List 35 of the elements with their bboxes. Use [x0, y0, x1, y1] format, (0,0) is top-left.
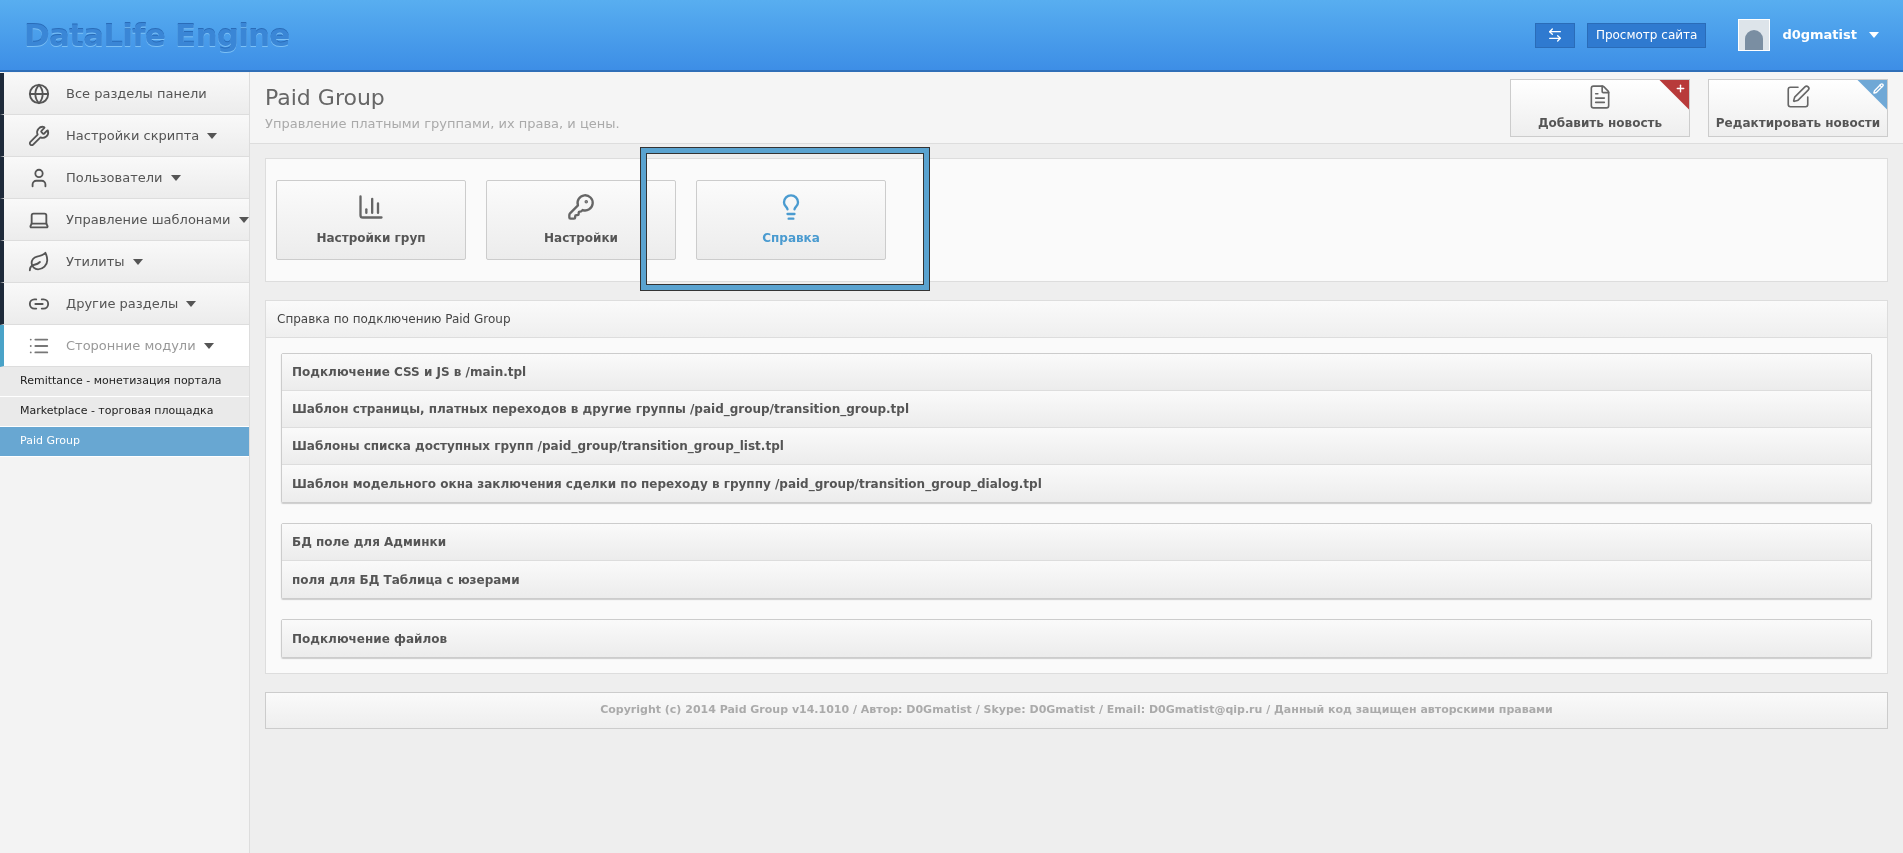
sidebar-item[interactable]: Все разделы панели	[0, 73, 249, 115]
module-button[interactable]: Настройки	[486, 180, 676, 260]
submenu-item[interactable]: Marketplace - торговая площадка	[0, 397, 249, 427]
sidebar-item[interactable]: Другие разделы	[0, 283, 249, 325]
footer: Copyright (c) 2014 Paid Group v14.1010 / Автор: D0Gmatist / Skype: D0Gmatist / Email: D0Gmatist@qip.ru / Данный код защищен авторскими правами	[265, 692, 1888, 729]
bar-chart-icon	[357, 193, 385, 221]
avatar[interactable]	[1738, 19, 1771, 51]
view-site-button[interactable]: Просмотр сайта	[1586, 22, 1707, 48]
sidebar-item[interactable]: Пользователи	[0, 157, 249, 199]
switch-button[interactable]	[1534, 22, 1575, 48]
edit-icon	[1785, 83, 1811, 110]
accordion-item[interactable]: Шаблон страницы, платных переходов в другие группы /paid_group/transition_group.tpl	[282, 391, 1871, 428]
swap-icon	[1546, 27, 1563, 43]
caret-icon[interactable]	[1869, 32, 1879, 38]
accordion-item[interactable]: Шаблон модельного окна заключения сделки по переходу в группу /paid_group/transition_group_dialog.tpl	[282, 465, 1871, 502]
wrench-icon	[28, 124, 50, 147]
pencil-icon	[1873, 82, 1884, 94]
page-subtitle: Управление платными группами, их права, и цены.	[265, 115, 620, 134]
accordion-item[interactable]: Подключение файлов	[282, 620, 1871, 657]
key-icon	[567, 193, 595, 221]
accordion-item[interactable]: Подключение CSS и JS в /main.tpl	[282, 354, 1871, 391]
globe-icon	[28, 82, 50, 105]
sidebar-item[interactable]: Управление шаблонами	[0, 199, 249, 241]
accordion-item[interactable]: БД поле для Админки	[282, 524, 1871, 561]
module-button[interactable]: Настройки груп	[276, 180, 466, 260]
quick-action-button[interactable]: Редактировать новости	[1708, 78, 1888, 137]
sidebar-item[interactable]: Утилиты	[0, 241, 249, 283]
leaf-icon	[28, 250, 50, 273]
page-title: Paid Group	[265, 84, 386, 113]
quick-action-button[interactable]: Добавить новость	[1510, 78, 1690, 137]
sidebar-item[interactable]: Настройки скрипта	[0, 115, 249, 157]
submenu-item[interactable]: Remittance - монетизация портала	[0, 367, 249, 397]
plus-icon	[1675, 82, 1686, 94]
accordion-item[interactable]: Шаблоны списка доступных групп /paid_group/transition_group_list.tpl	[282, 428, 1871, 465]
accordion-item[interactable]: поля для БД Таблица с юзерами	[282, 561, 1871, 598]
